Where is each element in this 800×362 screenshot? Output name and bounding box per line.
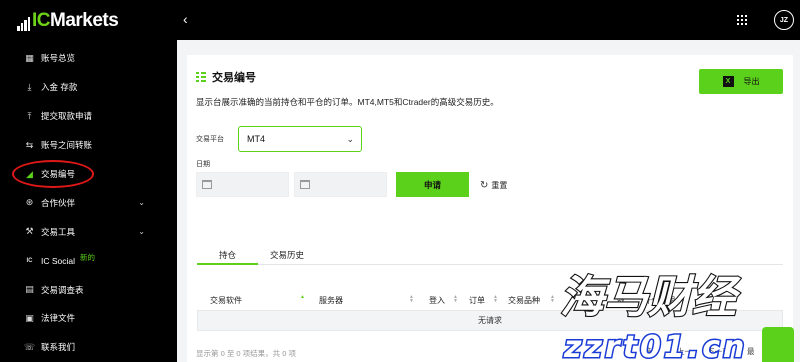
icmarkets-logo[interactable]: ICMarkets: [17, 10, 119, 31]
calendar-icon: [300, 180, 310, 189]
survey-icon: ▤: [25, 284, 34, 295]
sidebar-item-label: 交易工具: [41, 226, 76, 237]
sidebar-item-withdraw[interactable]: ⤒ 提交取款申请: [0, 102, 177, 131]
sidebar-item-label: 账号之间转账: [41, 140, 93, 151]
chevron-left-icon[interactable]: ‹: [183, 11, 188, 27]
logo-markets: Markets: [50, 10, 119, 31]
main-content: 交易编号 X 导出 显示台展示准确的当前持仓和平仓的订单。MT4,MT5和Ctr…: [177, 40, 800, 362]
refresh-icon: ↻: [480, 180, 489, 191]
overview-icon: ▦: [25, 52, 34, 63]
sidebar-item-label: 账号总览: [41, 53, 76, 64]
chevron-down-icon: ⌄: [346, 134, 354, 144]
sidebar: ICMarkets ▦ 账号总览 ⤓ 入金 存款 ⤒ 提交取款申请 ⇆ 账号之间…: [0, 0, 177, 362]
date-label: 日期: [196, 161, 210, 168]
sidebar-item-transfer[interactable]: ⇆ 账号之间转账: [0, 131, 177, 160]
calendar-icon: [202, 180, 212, 189]
sidebar-item-deposit[interactable]: ⤓ 入金 存款: [0, 73, 177, 102]
tab-positions[interactable]: 持仓: [219, 249, 236, 261]
page-title: 交易编号: [196, 69, 256, 85]
page-title-text: 交易编号: [212, 72, 256, 84]
list-icon: [196, 72, 206, 82]
tab-active-indicator: [197, 263, 258, 265]
logo-bars-icon: [17, 17, 30, 31]
topbar: ‹ JZ: [177, 0, 800, 40]
sidebar-item-label: IC Social: [41, 255, 76, 266]
tab-trade-history[interactable]: 交易历史: [270, 249, 304, 261]
pager-next[interactable]: 下一页: [707, 346, 730, 357]
reset-button[interactable]: ↻ 重置: [480, 180, 507, 191]
pager-prev[interactable]: 上一: [677, 346, 692, 357]
ic-social-icon: IC: [26, 257, 33, 264]
partner-icon: ⊛: [25, 197, 34, 208]
platform-select-value: MT4: [247, 134, 265, 144]
reset-label: 重置: [491, 181, 508, 190]
new-badge: 新的: [80, 253, 96, 263]
platform-select[interactable]: MT4 ⌄: [238, 126, 362, 152]
column-header-open-date[interactable]: 开仓日期: [643, 295, 675, 306]
red-highlight-annotation: [12, 160, 94, 188]
sidebar-item-legal[interactable]: ▣ 法律文件: [0, 304, 177, 333]
sidebar-item-survey[interactable]: ▤ 交易调查表: [0, 275, 177, 304]
sidebar-item-label: 联系我们: [41, 342, 76, 353]
sort-asc-icon: ▲: [300, 294, 305, 300]
page-description: 显示台展示准确的当前持仓和平仓的订单。MT4,MT5和Ctrader的高级交易历…: [196, 97, 499, 107]
pager-last[interactable]: 最: [747, 346, 755, 357]
column-header-server[interactable]: 服务器 ▲ ▼: [319, 295, 414, 306]
sidebar-item-label: 合作伙伴: [41, 197, 76, 208]
chevron-down-icon: ⌄: [138, 198, 145, 208]
column-header-order[interactable]: 订单 ▲ ▼: [469, 295, 498, 306]
sidebar-item-ic-social[interactable]: IC IC Social 新的: [0, 246, 177, 275]
platform-label: 交易平台: [196, 136, 224, 143]
sidebar-item-label: 法律文件: [41, 313, 76, 324]
start-date-input[interactable]: [196, 172, 289, 197]
column-header-symbol[interactable]: 交易品种 ▲ ▼: [508, 295, 555, 306]
trade-numbers-card: 交易编号 X 导出 显示台展示准确的当前持仓和平仓的订单。MT4,MT5和Ctr…: [187, 55, 793, 362]
pager-first[interactable]: 第一: [644, 346, 659, 357]
end-date-input[interactable]: [294, 172, 387, 197]
tools-icon: ⚒: [25, 226, 34, 237]
sidebar-nav: ▦ 账号总览 ⤓ 入金 存款 ⤒ 提交取款申请 ⇆ 账号之间转账 ◢ 交易编号 …: [0, 44, 177, 362]
chevron-down-icon: ⌄: [138, 227, 145, 237]
table-header: 交易软件 ▲ 服务器 ▲ ▼ 登入 ▲ ▼ 订单 ▲ ▼ 交易品种 ▲ ▼ 数 开仓日期: [197, 291, 783, 310]
export-button[interactable]: X 导出: [699, 69, 783, 94]
contact-icon: ☏: [23, 341, 36, 352]
export-label: 导出: [743, 77, 760, 86]
sort-icon: ▲ ▼: [550, 294, 555, 304]
column-header-volume[interactable]: 数: [617, 295, 625, 306]
sidebar-item-contact[interactable]: ☏ 联系我们: [0, 333, 177, 362]
withdraw-icon: ⤒: [27, 110, 32, 121]
apply-button[interactable]: 申请: [396, 172, 469, 197]
legal-icon: ▣: [25, 312, 34, 323]
sidebar-item-label: 交易调查表: [41, 284, 84, 295]
deposit-icon: ⤓: [27, 81, 32, 92]
column-header-platform[interactable]: 交易软件 ▲: [210, 295, 305, 306]
sidebar-item-overview[interactable]: ▦ 账号总览: [0, 44, 177, 73]
table-empty-row: 无请求: [197, 310, 783, 331]
sidebar-item-tools[interactable]: ⚒ 交易工具 ⌄: [0, 217, 177, 246]
logo-ic: IC: [32, 10, 51, 31]
sidebar-item-partner[interactable]: ⊛ 合作伙伴 ⌄: [0, 188, 177, 217]
chat-button[interactable]: [762, 327, 794, 362]
excel-icon: X: [722, 76, 734, 87]
sort-icon: ▲ ▼: [453, 294, 458, 304]
transfer-icon: ⇆: [25, 139, 34, 150]
sort-icon: ▲ ▼: [409, 294, 414, 304]
sort-icon: ▲ ▼: [493, 294, 498, 304]
sidebar-item-label: 入金 存款: [41, 82, 78, 93]
sidebar-item-label: 提交取款申请: [41, 111, 93, 122]
apps-grid-icon[interactable]: [737, 15, 747, 25]
column-header-login[interactable]: 登入 ▲ ▼: [429, 295, 458, 306]
table-footer-info: 显示第 0 至 0 项结果，共 0 项: [196, 349, 297, 358]
tabs: 持仓 交易历史: [197, 248, 783, 265]
avatar[interactable]: JZ: [774, 10, 794, 30]
